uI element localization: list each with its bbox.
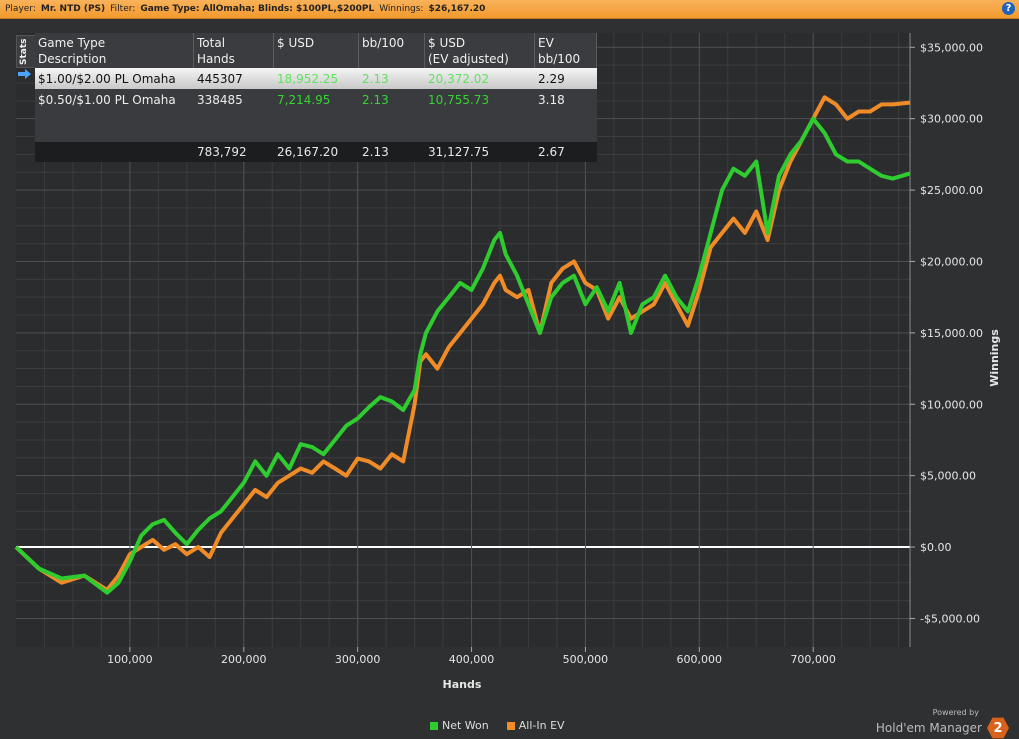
- x-tick-label: 300,000: [335, 653, 381, 666]
- y-ticks: $35,000.00 $30,000.00 $25,000.00 $20,000.00…: [910, 41, 983, 625]
- player-value: Mr. NTD (PS): [40, 4, 106, 14]
- totals-row: 783,792 26,167.20 2.13 31,127.75 2.67: [35, 142, 597, 162]
- y-axis-label: Winnings: [988, 329, 1001, 387]
- legend-label: Net Won: [442, 719, 489, 732]
- table-empty-area: [35, 110, 597, 142]
- y-tick-label: $0.00: [920, 541, 952, 554]
- y-tick-label: $35,000.00: [920, 41, 983, 54]
- legend-swatch: [506, 721, 515, 730]
- y-tick-label: $25,000.00: [920, 184, 983, 197]
- winnings-value: $26,167.20: [428, 4, 486, 14]
- chart-legend: Net Won All-In EV: [430, 719, 583, 732]
- header-total-hands[interactable]: Total Hands: [194, 33, 274, 68]
- legend-label: All-In EV: [518, 719, 565, 732]
- cell-usd-ev: 10,755.73: [428, 92, 490, 107]
- x-tick-label: 200,000: [221, 653, 267, 666]
- x-tick-label: 400,000: [449, 653, 495, 666]
- brand-badge: Powered by Hold'em Manager 2: [876, 708, 1009, 739]
- powered-by-text: Powered by: [932, 708, 979, 717]
- winnings-label: Winnings:: [379, 4, 424, 14]
- arrow-right-icon: [18, 69, 31, 79]
- legend-item-net-won[interactable]: Net Won: [430, 719, 489, 732]
- x-tick-label: 700,000: [790, 653, 836, 666]
- filter-label: Filter:: [110, 4, 136, 14]
- cell-bb100: 2.13: [362, 71, 389, 86]
- legend-item-all-in-ev[interactable]: All-In EV: [506, 719, 565, 732]
- cell-bb100: 2.13: [362, 92, 389, 107]
- total-bb100: 2.13: [362, 145, 389, 159]
- total-usd-ev: 31,127.75: [428, 145, 490, 159]
- cell-total-hands: 338485: [197, 92, 243, 107]
- total-usd: 26,167.20: [277, 145, 339, 159]
- y-tick-label: $10,000.00: [920, 398, 983, 411]
- stats-tab[interactable]: Stats: [16, 35, 37, 68]
- header-game-type[interactable]: Game Type Description: [35, 33, 194, 68]
- hem2-logo-icon: 2: [987, 717, 1009, 739]
- total-ev-bb100: 2.67: [538, 145, 565, 159]
- x-tick-label: 500,000: [563, 653, 609, 666]
- y-tick-label: $5,000.00: [920, 470, 976, 483]
- table-header: Game Type Description Total Hands $ USD …: [35, 33, 597, 68]
- header-usd[interactable]: $ USD: [274, 33, 359, 68]
- header-bb100[interactable]: bb/100: [359, 33, 425, 68]
- x-axis-label: Hands: [443, 678, 482, 691]
- total-hands: 783,792: [197, 145, 247, 159]
- x-tick-label: 600,000: [677, 653, 723, 666]
- cell-ev-bb100: 3.18: [538, 92, 565, 107]
- player-label: Player:: [5, 4, 36, 14]
- legend-swatch: [430, 721, 438, 730]
- header-ev-bb100[interactable]: EV bb/100: [535, 33, 597, 68]
- cell-usd: 18,952.25: [277, 71, 339, 86]
- cell-game-type: $1.00/$2.00 PL Omaha: [38, 71, 176, 86]
- x-tick-label: 100,000: [107, 653, 153, 666]
- header-usd-ev[interactable]: $ USD (EV adjusted): [425, 33, 535, 68]
- y-tick-label: $20,000.00: [920, 255, 983, 268]
- cell-game-type: $0.50/$1.00 PL Omaha: [38, 92, 176, 107]
- y-tick-label: $15,000.00: [920, 327, 983, 340]
- cell-usd: 7,214.95: [277, 92, 331, 107]
- table-row[interactable]: $1.00/$2.00 PL Omaha 445307 18,952.25 2.…: [35, 68, 597, 89]
- help-icon[interactable]: ?: [1002, 2, 1015, 15]
- cell-ev-bb100: 2.29: [538, 71, 565, 86]
- x-ticks: 100,000 200,000 300,000 400,000 500,000 600,0…: [107, 647, 836, 666]
- stats-table: Game Type Description Total Hands $ USD …: [35, 33, 597, 162]
- y-tick-label: -$5,000.00: [920, 612, 980, 625]
- cell-total-hands: 445307: [197, 71, 243, 86]
- filter-bar: Player: Mr. NTD (PS) Filter: Game Type: …: [0, 0, 1019, 19]
- filter-value: Game Type: AllOmaha; Blinds: $100PL,$200…: [140, 4, 375, 14]
- table-row[interactable]: $0.50/$1.00 PL Omaha 338485 7,214.95 2.1…: [35, 89, 597, 110]
- brand-name: Hold'em Manager: [875, 721, 982, 735]
- cell-usd-ev: 20,372.02: [428, 71, 490, 86]
- y-tick-label: $30,000.00: [920, 113, 983, 126]
